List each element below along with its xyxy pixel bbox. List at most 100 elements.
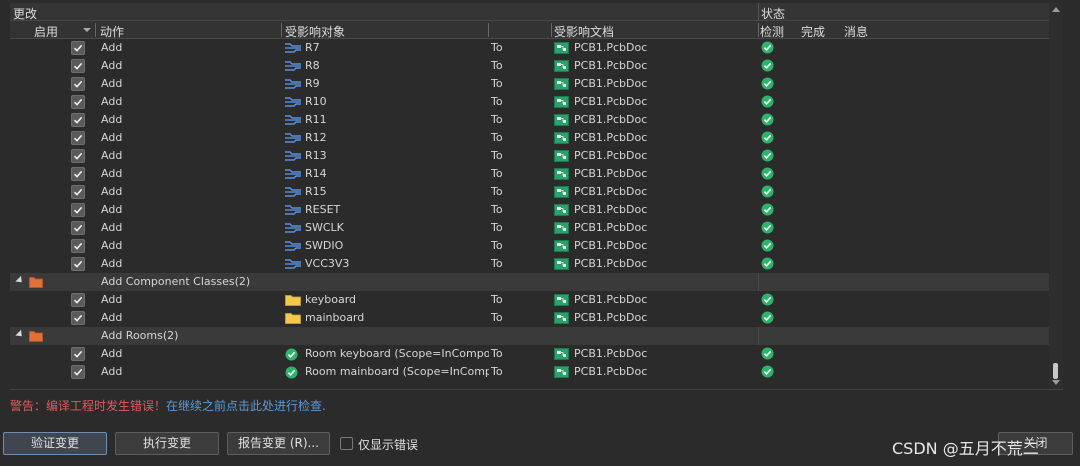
- col-affected-document[interactable]: 受影响文档: [554, 23, 614, 40]
- to-cell: To: [491, 221, 503, 234]
- change-row[interactable]: Add keyboard To PCB1.PcbDoc: [10, 291, 1049, 309]
- scroll-up-icon[interactable]: [1052, 7, 1060, 12]
- group-row[interactable]: Add Component Classes(2): [10, 273, 1049, 291]
- change-row[interactable]: Add R15 To PCB1.PcbDoc: [10, 183, 1049, 201]
- pcb-document-icon: [554, 312, 569, 324]
- enable-checkbox[interactable]: [71, 131, 85, 145]
- action-cell: Add: [101, 311, 123, 324]
- to-cell: To: [491, 41, 503, 54]
- only-errors-checkbox[interactable]: [340, 437, 353, 450]
- change-row[interactable]: Add RESET To PCB1.PcbDoc: [10, 201, 1049, 219]
- enable-checkbox[interactable]: [71, 365, 85, 379]
- change-row[interactable]: Add Room keyboard (Scope=InComponentClass…: [10, 345, 1049, 363]
- pcb-document-icon: [554, 222, 569, 234]
- enable-checkbox[interactable]: [71, 41, 85, 55]
- scroll-down-icon[interactable]: [1052, 380, 1060, 385]
- warning-link[interactable]: 在继续之前点击此处进行检查.: [166, 399, 326, 413]
- enable-checkbox[interactable]: [71, 77, 85, 91]
- only-errors-label[interactable]: 仅显示错误: [358, 436, 418, 453]
- pcb-document-icon: [554, 132, 569, 144]
- folder-icon: [285, 312, 301, 324]
- scroll-thumb[interactable]: [1053, 363, 1058, 379]
- header-divider[interactable]: [281, 23, 282, 37]
- enable-checkbox[interactable]: [71, 203, 85, 217]
- net-icon: [285, 150, 301, 162]
- warning-message: 警告：编译工程时发生错误！在继续之前点击此处进行检查.: [10, 397, 326, 414]
- header-divider[interactable]: [488, 23, 489, 37]
- enable-checkbox[interactable]: [71, 113, 85, 127]
- net-icon: [285, 222, 301, 234]
- action-cell: Add: [101, 257, 123, 270]
- change-row[interactable]: Add R8 To PCB1.PcbDoc: [10, 57, 1049, 75]
- affected-object-cell: SWDIO: [305, 239, 344, 252]
- affected-object-cell: R12: [305, 131, 327, 144]
- group-row[interactable]: Add Rooms(2): [10, 327, 1049, 345]
- col-done[interactable]: 完成: [801, 23, 825, 40]
- check-ok-icon: [761, 167, 774, 180]
- validate-changes-button[interactable]: 验证变更: [3, 432, 107, 455]
- execute-changes-button[interactable]: 执行变更: [115, 432, 219, 455]
- enable-checkbox[interactable]: [71, 257, 85, 271]
- change-row[interactable]: Add R10 To PCB1.PcbDoc: [10, 93, 1049, 111]
- expand-triangle-icon[interactable]: [15, 275, 25, 286]
- check-ok-icon: [761, 257, 774, 270]
- to-cell: To: [491, 95, 503, 108]
- enable-checkbox[interactable]: [71, 59, 85, 73]
- col-affected-object[interactable]: 受影响对象: [285, 23, 345, 40]
- change-row[interactable]: Add VCC3V3 To PCB1.PcbDoc: [10, 255, 1049, 273]
- change-row[interactable]: Add R14 To PCB1.PcbDoc: [10, 165, 1049, 183]
- enable-checkbox[interactable]: [71, 311, 85, 325]
- enable-checkbox[interactable]: [71, 293, 85, 307]
- change-row[interactable]: Add SWDIO To PCB1.PcbDoc: [10, 237, 1049, 255]
- check-ok-icon: [761, 149, 774, 162]
- change-row[interactable]: Add R7 To PCB1.PcbDoc: [10, 39, 1049, 57]
- pcb-document-icon: [554, 168, 569, 180]
- enable-checkbox[interactable]: [71, 149, 85, 163]
- affected-object-cell: mainboard: [305, 311, 365, 324]
- net-icon: [285, 240, 301, 252]
- sort-down-icon[interactable]: [83, 28, 91, 32]
- header-divider[interactable]: [551, 23, 552, 37]
- change-row[interactable]: Add mainboard To PCB1.PcbDoc: [10, 309, 1049, 327]
- col-message[interactable]: 消息: [844, 23, 868, 40]
- action-cell: Add: [101, 113, 123, 126]
- pcb-document-icon: [554, 348, 569, 360]
- check-ok-icon: [761, 77, 774, 90]
- enable-checkbox[interactable]: [71, 347, 85, 361]
- enable-checkbox[interactable]: [71, 221, 85, 235]
- status-group-header: 状态: [761, 7, 786, 21]
- to-cell: To: [491, 131, 503, 144]
- affected-object-cell: R10: [305, 95, 327, 108]
- expand-triangle-icon[interactable]: [15, 329, 25, 340]
- changes-table[interactable]: Add R7 To PCB1.PcbDoc Add R8 To PCB1.PcbDoc Add R…: [10, 39, 1049, 389]
- affected-document-cell: PCB1.PcbDoc: [574, 239, 648, 252]
- enable-checkbox[interactable]: [71, 95, 85, 109]
- enable-checkbox[interactable]: [71, 239, 85, 253]
- header-divider[interactable]: [758, 23, 759, 37]
- pcb-document-icon: [554, 186, 569, 198]
- change-row[interactable]: Add R11 To PCB1.PcbDoc: [10, 111, 1049, 129]
- folder-icon: [29, 330, 43, 342]
- room-check-icon: [285, 366, 301, 379]
- vertical-scrollbar[interactable]: [1049, 3, 1063, 389]
- enable-checkbox[interactable]: [71, 167, 85, 181]
- check-ok-icon: [761, 293, 774, 306]
- to-cell: To: [491, 347, 503, 360]
- change-row[interactable]: Add R13 To PCB1.PcbDoc: [10, 147, 1049, 165]
- affected-document-cell: PCB1.PcbDoc: [574, 41, 648, 54]
- change-row[interactable]: Add R9 To PCB1.PcbDoc: [10, 75, 1049, 93]
- enable-checkbox[interactable]: [71, 185, 85, 199]
- change-row[interactable]: Add SWCLK To PCB1.PcbDoc: [10, 219, 1049, 237]
- pcb-document-icon: [554, 42, 569, 54]
- change-row[interactable]: Add Room mainboard (Scope=InComponentClas…: [10, 363, 1049, 381]
- col-check[interactable]: 检测: [760, 23, 784, 40]
- report-changes-button[interactable]: 报告变更 (R)...: [227, 432, 330, 455]
- column-header-row: 启用 动作 受影响对象 受影响文档 检测 完成 消息: [10, 21, 1049, 39]
- col-enabled[interactable]: 启用: [34, 23, 58, 40]
- header-divider[interactable]: [95, 23, 96, 37]
- check-ok-icon: [761, 239, 774, 252]
- col-action[interactable]: 动作: [100, 23, 124, 40]
- action-cell: Add: [101, 77, 123, 90]
- change-row[interactable]: Add R12 To PCB1.PcbDoc: [10, 129, 1049, 147]
- affected-document-cell: PCB1.PcbDoc: [574, 293, 648, 306]
